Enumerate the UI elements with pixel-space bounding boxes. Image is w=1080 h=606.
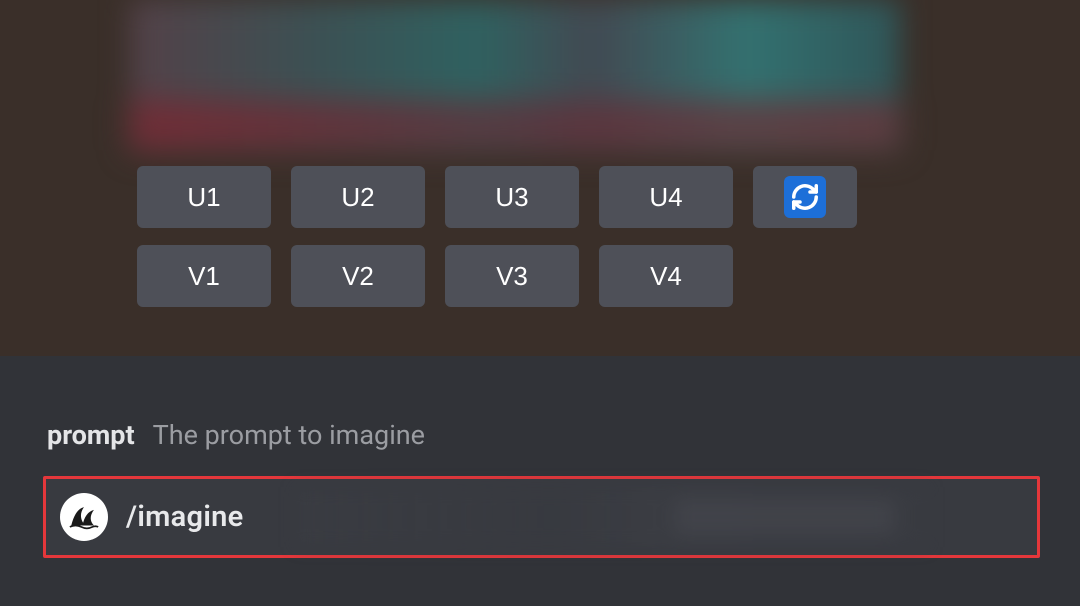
upscale-button-3[interactable]: U3 [445, 166, 579, 228]
refresh-button[interactable] [753, 166, 857, 228]
command-panel: prompt The prompt to imagine /imagine [0, 356, 1080, 606]
refresh-icon [784, 176, 826, 218]
variation-button-3[interactable]: V3 [445, 245, 579, 307]
variation-button-1[interactable]: V1 [137, 245, 271, 307]
blurred-input-area [296, 487, 927, 547]
upscale-button-row: U1 U2 U3 U4 [137, 166, 857, 228]
generated-image-preview[interactable] [130, 0, 900, 150]
command-text: /imagine [126, 500, 244, 534]
upscale-button-1[interactable]: U1 [137, 166, 271, 228]
midjourney-bot-avatar [60, 493, 108, 541]
upscale-button-4[interactable]: U4 [599, 166, 733, 228]
command-input[interactable]: /imagine [43, 476, 1040, 558]
prompt-parameter-hint[interactable]: prompt The prompt to imagine [47, 419, 425, 451]
upscale-button-2[interactable]: U2 [291, 166, 425, 228]
action-button-grid: U1 U2 U3 U4 V1 V2 V3 V4 [137, 166, 857, 307]
prompt-parameter-name: prompt [47, 419, 135, 451]
prompt-parameter-description: The prompt to imagine [153, 419, 425, 451]
variation-button-2[interactable]: V2 [291, 245, 425, 307]
variation-button-row: V1 V2 V3 V4 [137, 245, 857, 307]
variation-button-4[interactable]: V4 [599, 245, 733, 307]
